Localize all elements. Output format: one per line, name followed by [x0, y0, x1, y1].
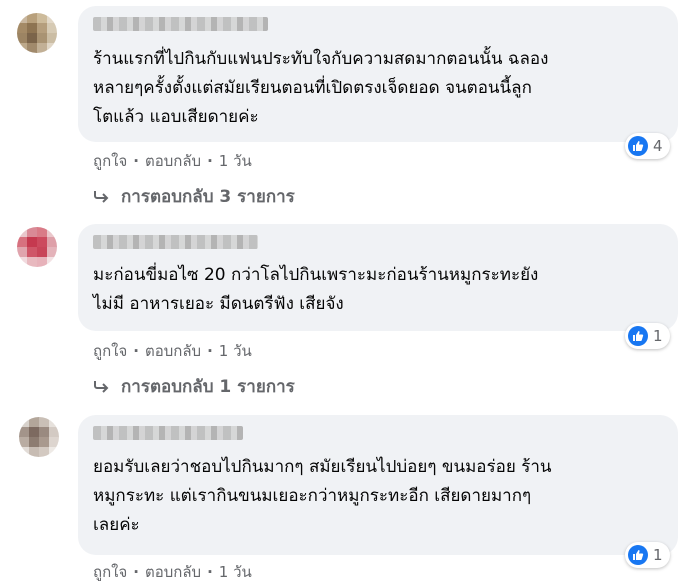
like-icon — [628, 326, 648, 346]
view-replies-link[interactable]: การตอบกลับ 3 รายการ — [93, 183, 295, 210]
separator-dot: · — [133, 152, 139, 170]
avatar[interactable] — [19, 417, 59, 457]
avatar[interactable] — [17, 227, 57, 267]
comment-text: ร้านแรกที่ไปกินกับแฟนประทับใจกับความสดมา… — [93, 49, 549, 127]
blurred-author-name[interactable] — [93, 235, 258, 249]
like-icon — [628, 136, 648, 156]
comment-text: มะก่อนขี่มอไซ 20 กว่าโลไปกินเพราะมะก่อนร… — [93, 265, 539, 314]
reply-button[interactable]: ตอบกลับ — [145, 149, 201, 173]
comment-text: ยอมรับเลยว่าชอบไปกินมากๆ สมัยเรียนไปบ่อย… — [93, 457, 552, 535]
reaction-badge[interactable]: 1 — [625, 323, 670, 349]
reaction-badge[interactable]: 1 — [625, 542, 670, 568]
timestamp[interactable]: 1 วัน — [219, 149, 252, 173]
separator-dot: · — [207, 152, 213, 170]
replies-label: การตอบกลับ 1 รายการ — [121, 377, 295, 397]
like-icon — [628, 545, 648, 565]
view-replies-link[interactable]: การตอบกลับ 1 รายการ — [93, 373, 295, 400]
avatar[interactable] — [17, 13, 57, 53]
blurred-author-name[interactable] — [93, 17, 268, 31]
separator-dot: · — [133, 342, 139, 360]
comment-3: ยอมรับเลยว่าชอบไปกินมากๆ สมัยเรียนไปบ่อย… — [0, 405, 700, 584]
replies-label: การตอบกลับ 3 รายการ — [121, 187, 295, 207]
comment-actions: ถูกใจ · ตอบกลับ · 1 วัน — [93, 560, 252, 584]
reaction-count: 1 — [653, 327, 663, 345]
reaction-count: 4 — [653, 137, 663, 155]
separator-dot: · — [207, 563, 213, 581]
like-button[interactable]: ถูกใจ — [93, 339, 127, 363]
blurred-author-name[interactable] — [93, 426, 243, 440]
reaction-badge[interactable]: 4 — [625, 133, 670, 159]
like-button[interactable]: ถูกใจ — [93, 149, 127, 173]
timestamp[interactable]: 1 วัน — [219, 560, 252, 584]
comment-2: มะก่อนขี่มอไซ 20 กว่าโลไปกินเพราะมะก่อนร… — [0, 215, 700, 405]
reply-button[interactable]: ตอบกลับ — [145, 560, 201, 584]
comment-actions: ถูกใจ · ตอบกลับ · 1 วัน — [93, 339, 252, 363]
reaction-count: 1 — [653, 546, 663, 564]
separator-dot: · — [133, 563, 139, 581]
reply-arrow-icon — [94, 190, 109, 203]
comment-1: ร้านแรกที่ไปกินกับแฟนประทับใจกับความสดมา… — [0, 0, 700, 215]
reply-arrow-icon — [94, 380, 109, 393]
separator-dot: · — [207, 342, 213, 360]
comment-actions: ถูกใจ · ตอบกลับ · 1 วัน — [93, 149, 252, 173]
like-button[interactable]: ถูกใจ — [93, 560, 127, 584]
timestamp[interactable]: 1 วัน — [219, 339, 252, 363]
reply-button[interactable]: ตอบกลับ — [145, 339, 201, 363]
